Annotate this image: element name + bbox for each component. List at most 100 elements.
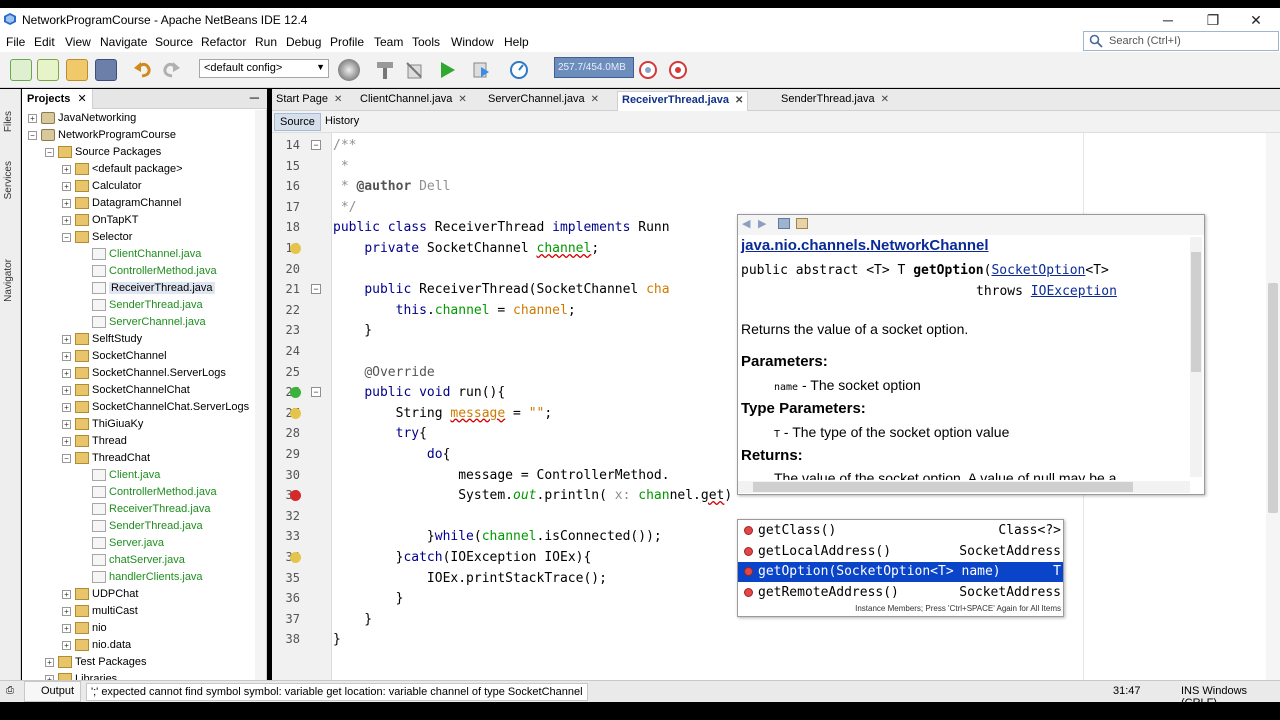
- javadoc-class-link[interactable]: java.nio.channels.NetworkChannel: [741, 237, 989, 254]
- gc-icon[interactable]: [637, 59, 659, 81]
- new-project-icon[interactable]: [37, 59, 59, 81]
- tree-item[interactable]: SenderThread.java: [79, 297, 203, 314]
- menu-help[interactable]: Help: [504, 35, 529, 49]
- clean-build-icon[interactable]: [403, 59, 425, 81]
- javadoc-vertical-scrollbar[interactable]: [1190, 237, 1202, 477]
- minimize-button[interactable]: ─: [1150, 10, 1186, 30]
- javadoc-hscroll-thumb[interactable]: [753, 482, 1133, 492]
- forward-icon[interactable]: ▶: [758, 217, 766, 230]
- expand-icon[interactable]: +: [45, 657, 54, 667]
- editor-tab[interactable]: SenderThread.java ✕: [777, 91, 893, 111]
- collapse-icon[interactable]: −: [62, 453, 71, 463]
- config-select[interactable]: <default config> ▼: [199, 59, 329, 78]
- tree-item[interactable]: chatServer.java: [79, 552, 185, 569]
- menu-file[interactable]: File: [6, 35, 25, 49]
- source-tab[interactable]: Source: [274, 113, 321, 131]
- tree-item[interactable]: − ThreadChat: [62, 450, 150, 467]
- tree-item[interactable]: Server.java: [79, 535, 164, 552]
- expand-icon[interactable]: +: [62, 436, 71, 446]
- projects-tab[interactable]: Projects ✕: [22, 89, 93, 109]
- open-project-icon[interactable]: [66, 59, 88, 81]
- tree-item[interactable]: + OnTapKT: [62, 212, 138, 229]
- close-icon[interactable]: ✕: [77, 93, 86, 105]
- goto-source-icon[interactable]: [796, 218, 808, 229]
- services-window-tab[interactable]: Services: [3, 161, 14, 199]
- tree-item[interactable]: ReceiverThread.java: [79, 501, 211, 518]
- menu-edit[interactable]: Edit: [34, 35, 55, 49]
- expand-icon[interactable]: +: [62, 198, 71, 208]
- tree-item[interactable]: + UDPChat: [62, 586, 138, 603]
- save-all-icon[interactable]: [95, 59, 117, 81]
- tree-item[interactable]: + Test Packages: [45, 654, 147, 671]
- menu-team[interactable]: Team: [374, 35, 403, 49]
- tree-item[interactable]: handlerClients.java: [79, 569, 203, 586]
- menu-profile[interactable]: Profile: [330, 35, 364, 49]
- javadoc-horizontal-scrollbar[interactable]: [738, 481, 1190, 493]
- expand-icon[interactable]: +: [62, 351, 71, 361]
- scroll-thumb[interactable]: [1268, 283, 1278, 513]
- history-tab[interactable]: History: [320, 113, 364, 131]
- tree-item[interactable]: + Thread: [62, 433, 127, 450]
- editor-tab[interactable]: Start Page ✕: [272, 91, 346, 111]
- completion-item[interactable]: getOption(SocketOption<T> name) T: [738, 562, 1063, 582]
- tree-item[interactable]: + nio: [62, 620, 107, 637]
- socketoption-link[interactable]: SocketOption: [991, 263, 1085, 278]
- expand-icon[interactable]: +: [62, 589, 71, 599]
- close-tab-icon[interactable]: ✕: [334, 94, 342, 105]
- expand-icon[interactable]: +: [62, 385, 71, 395]
- menu-view[interactable]: View: [65, 35, 91, 49]
- menu-navigate[interactable]: Navigate: [100, 35, 147, 49]
- tree-item[interactable]: ClientChannel.java: [79, 246, 201, 263]
- tree-item[interactable]: + <default package>: [62, 161, 183, 178]
- expand-icon[interactable]: +: [28, 113, 37, 123]
- tree-item[interactable]: ControllerMethod.java: [79, 484, 217, 501]
- expand-icon[interactable]: +: [62, 419, 71, 429]
- tree-item[interactable]: + JavaNetworking: [28, 110, 136, 127]
- fold-toggle-icon[interactable]: −: [311, 140, 321, 150]
- menu-debug[interactable]: Debug: [286, 35, 321, 49]
- close-tab-icon[interactable]: ✕: [735, 95, 743, 106]
- run-icon[interactable]: [436, 59, 458, 81]
- files-window-tab[interactable]: Files: [3, 111, 14, 132]
- close-tab-icon[interactable]: ✕: [881, 94, 889, 105]
- new-file-icon[interactable]: [10, 59, 32, 81]
- tree-item[interactable]: Client.java: [79, 467, 160, 484]
- tree-item[interactable]: + SocketChannelChat: [62, 382, 190, 399]
- menu-source[interactable]: Source: [155, 35, 193, 49]
- navigator-window-tab[interactable]: Navigator: [3, 259, 14, 302]
- tree-scrollbar[interactable]: [255, 110, 266, 680]
- menu-refactor[interactable]: Refactor: [201, 35, 246, 49]
- tree-item[interactable]: + ThiGiuaKy: [62, 416, 143, 433]
- tree-item[interactable]: − Source Packages: [45, 144, 161, 161]
- tree-item[interactable]: + SelftStudy: [62, 331, 142, 348]
- expand-icon[interactable]: +: [62, 606, 71, 616]
- warning-icon[interactable]: [290, 243, 301, 254]
- menu-run[interactable]: Run: [255, 35, 277, 49]
- warning-icon[interactable]: [290, 552, 301, 563]
- build-icon[interactable]: [374, 59, 396, 81]
- tree-item[interactable]: + DatagramChannel: [62, 195, 181, 212]
- completion-item[interactable]: getLocalAddress() SocketAddress: [738, 542, 1063, 562]
- expand-icon[interactable]: +: [62, 402, 71, 412]
- editor-vertical-scrollbar[interactable]: [1266, 133, 1280, 680]
- tree-item[interactable]: − NetworkProgramCourse: [28, 127, 176, 144]
- editor-tab[interactable]: ReceiverThread.java ✕: [617, 91, 749, 111]
- editor-tab[interactable]: ServerChannel.java ✕: [484, 91, 603, 111]
- ioexception-link[interactable]: IOException: [1031, 284, 1117, 299]
- redo-icon[interactable]: [160, 59, 182, 81]
- fold-toggle-icon[interactable]: −: [311, 284, 321, 295]
- output-window-icon[interactable]: ⎙: [6, 685, 14, 696]
- expand-icon[interactable]: +: [62, 368, 71, 378]
- memory-indicator[interactable]: 257.7/454.0MB: [554, 57, 634, 78]
- profile-icon[interactable]: [508, 59, 530, 81]
- editor-tab[interactable]: ClientChannel.java ✕: [356, 91, 471, 111]
- collapse-icon[interactable]: −: [45, 147, 54, 157]
- tree-item[interactable]: + nio.data: [62, 637, 131, 654]
- completion-item[interactable]: getClass() Class<?>: [738, 521, 1063, 541]
- tree-item[interactable]: ServerChannel.java: [79, 314, 206, 331]
- menu-window[interactable]: Window: [451, 35, 494, 49]
- tree-item[interactable]: + SocketChannel: [62, 348, 167, 365]
- close-window-button[interactable]: ✕: [1238, 10, 1274, 30]
- tree-item[interactable]: SenderThread.java: [79, 518, 203, 535]
- collapse-icon[interactable]: −: [28, 130, 37, 140]
